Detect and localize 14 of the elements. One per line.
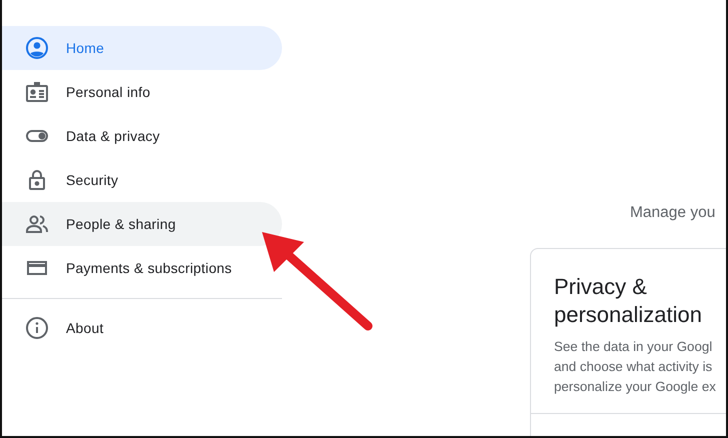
nav-item[interactable]: Home	[2, 26, 282, 70]
nav-item[interactable]: Data & privacy	[2, 114, 282, 158]
nav-item[interactable]: People & sharing	[2, 202, 282, 246]
nav-item[interactable]: Security	[2, 158, 282, 202]
info-icon	[25, 316, 49, 340]
card-title: Privacy & personalization	[554, 273, 703, 329]
nav-item[interactable]: Personal info	[2, 70, 282, 114]
card-description: See the data in your Googl and choose what activity is personalize your Google ex	[554, 338, 717, 396]
nav-item[interactable]: Payments & subscriptions	[2, 246, 282, 290]
intro-text: Manage you	[630, 204, 716, 222]
id-card-icon	[25, 80, 49, 104]
account-circle-icon	[25, 36, 49, 60]
privacy-card[interactable]: Privacy & personalization See the data in your Googl and choose what activity is personalize your Google ex	[530, 248, 726, 436]
nav-item[interactable]: About	[2, 306, 282, 350]
